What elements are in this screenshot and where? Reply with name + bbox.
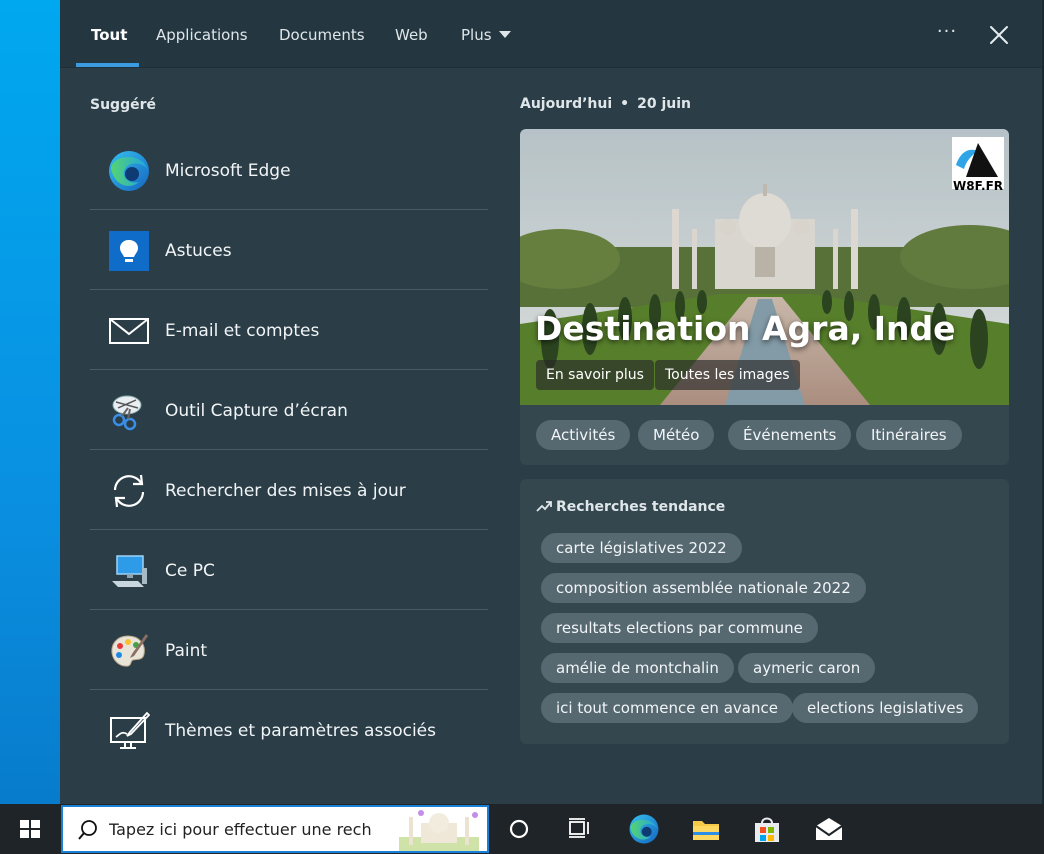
edge-icon[interactable] — [625, 810, 663, 848]
today-date: 20 juin — [637, 96, 692, 112]
suggested-item-label: E-mail et comptes — [165, 321, 320, 341]
tab-web[interactable]: Web — [395, 0, 428, 68]
search-tab-bar: Tout Applications Documents Web Plus ··· — [60, 0, 1042, 68]
search-input[interactable] — [109, 807, 379, 851]
tab-more[interactable]: Plus — [461, 0, 511, 68]
computer-icon — [112, 555, 147, 587]
trending-chip[interactable]: composition assemblée nationale 2022 — [541, 573, 866, 603]
paint-palette-icon — [111, 634, 148, 667]
windows-start-icon — [20, 820, 40, 838]
snipping-tool-icon — [112, 395, 142, 431]
learn-more-button[interactable]: En savoir plus — [536, 360, 654, 390]
suggested-item-label: Outil Capture d’écran — [165, 401, 348, 421]
suggested-item-label: Rechercher des mises à jour — [165, 481, 406, 501]
chip-itineraries[interactable]: Itinéraires — [856, 420, 962, 450]
trending-chip[interactable]: resultats elections par commune — [541, 613, 818, 643]
suggested-item-mail[interactable]: E-mail et comptes — [90, 290, 488, 370]
tab-applications[interactable]: Applications — [156, 0, 248, 68]
close-button[interactable] — [984, 20, 1014, 50]
suggested-item-label: Microsoft Edge — [165, 161, 291, 181]
trending-chip[interactable]: aymeric caron — [738, 653, 876, 683]
all-images-button[interactable]: Toutes les images — [655, 360, 800, 390]
trending-chip[interactable]: carte législatives 2022 — [541, 533, 742, 563]
suggested-item-label: Ce PC — [165, 561, 215, 581]
suggested-item-label: Paint — [165, 641, 208, 661]
edge-icon — [109, 151, 149, 191]
trending-chip[interactable]: amélie de montchalin — [541, 653, 734, 683]
suggested-item-check-updates[interactable]: Rechercher des mises à jour — [90, 450, 488, 530]
chip-events[interactable]: Événements — [728, 420, 852, 450]
trending-chip[interactable]: elections legislatives — [792, 693, 979, 723]
chip-activities[interactable]: Activités — [536, 420, 631, 450]
task-view-icon[interactable] — [560, 810, 598, 848]
mail-icon[interactable] — [810, 810, 848, 848]
w8f-watermark: W8F.FR — [952, 179, 1003, 193]
store-icon[interactable] — [748, 810, 786, 848]
suggested-item-themes[interactable]: Thèmes et paramètres associés — [90, 690, 488, 770]
start-button[interactable] — [0, 804, 60, 854]
tips-icon — [109, 231, 149, 271]
search-icon — [78, 820, 97, 840]
search-highlight-taj-mahal-icon — [391, 807, 487, 851]
chip-weather[interactable]: Météo — [638, 420, 715, 450]
tab-documents[interactable]: Documents — [279, 0, 365, 68]
tab-all[interactable]: Tout — [91, 0, 127, 68]
sync-icon — [113, 474, 145, 508]
trending-chip[interactable]: ici tout commence en avance — [541, 693, 793, 723]
trending-title: Recherches tendance — [556, 499, 726, 515]
suggested-item-edge[interactable]: Microsoft Edge — [90, 130, 488, 210]
suggested-item-paint[interactable]: Paint — [90, 610, 488, 690]
taskbar-search-box[interactable] — [61, 805, 489, 853]
suggested-item-label: Thèmes et paramètres associés — [165, 721, 436, 741]
hero-card: W8F.FR Destination Agra, Inde En savoir … — [520, 129, 1009, 465]
more-options-button[interactable]: ··· — [932, 20, 962, 50]
suggested-item-snipping-tool[interactable]: Outil Capture d’écran — [90, 370, 488, 450]
taskbar — [0, 804, 1044, 854]
suggested-item-this-pc[interactable]: Ce PC — [90, 530, 488, 610]
today-date-line: Aujourd’hui • 20 juin — [520, 96, 691, 112]
hero-title[interactable]: Destination Agra, Inde — [535, 309, 956, 348]
suggested-item-label: Astuces — [165, 241, 232, 261]
suggested-heading: Suggéré — [90, 97, 156, 113]
trending-up-icon — [536, 501, 552, 512]
tab-more-label: Plus — [461, 26, 492, 44]
caret-down-icon — [498, 31, 511, 38]
file-explorer-icon[interactable] — [687, 810, 725, 848]
search-panel: Tout Applications Documents Web Plus ···… — [60, 0, 1044, 804]
date-separator: • — [620, 96, 630, 112]
today-label: Aujourd’hui — [520, 96, 613, 112]
suggested-item-tips[interactable]: Astuces — [90, 210, 488, 290]
active-tab-indicator — [76, 63, 139, 67]
close-icon — [990, 26, 1008, 44]
trending-heading: Recherches tendance — [536, 499, 725, 515]
trending-card: Recherches tendance carte législatives 2… — [520, 479, 1009, 744]
mail-icon — [109, 318, 149, 344]
cortana-icon[interactable] — [500, 810, 538, 848]
themes-icon — [110, 711, 150, 749]
